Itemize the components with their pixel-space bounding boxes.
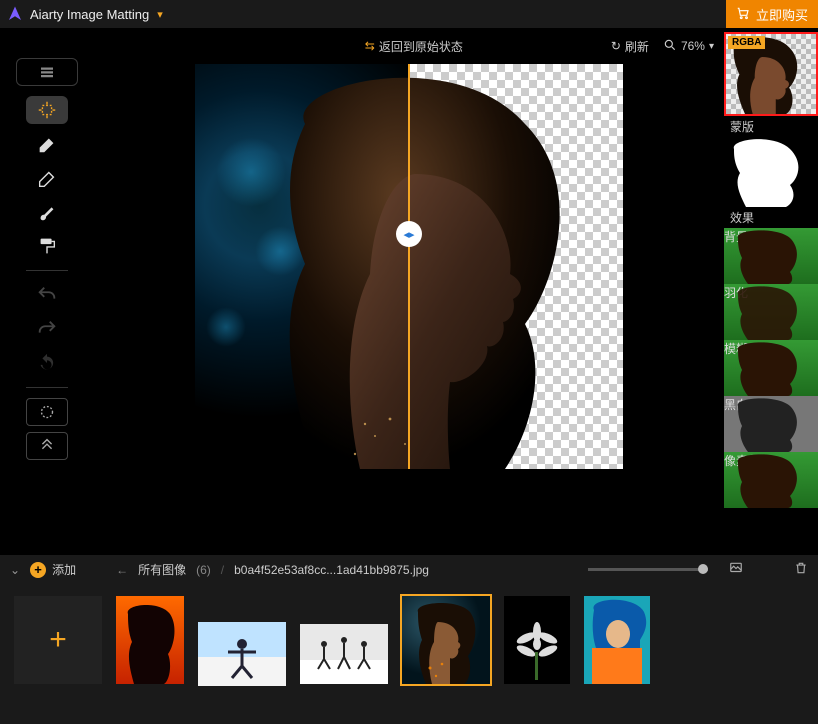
tool-marquee[interactable] (26, 398, 68, 426)
tool-roller[interactable] (26, 232, 68, 260)
tool-collapse[interactable] (26, 432, 68, 460)
canvas-topbar: ⇆ 返回到原始状态 ↻ 刷新 76% ▾ (94, 28, 724, 64)
zoom-control[interactable]: 76% ▾ (663, 38, 714, 55)
cart-icon (736, 6, 750, 23)
canvas-area: ⇆ 返回到原始状态 ↻ 刷新 76% ▾ (94, 28, 724, 554)
image-count: (6) (196, 563, 211, 577)
thumb-item[interactable] (584, 596, 650, 684)
rgba-tag: RGBA (728, 36, 765, 49)
tool-redo[interactable] (26, 315, 68, 343)
canvas-original-side (195, 64, 409, 469)
tool-eraser[interactable] (26, 130, 68, 158)
reset-icon: ⇆ (365, 39, 375, 53)
zoom-chevron-icon: ▾ (709, 41, 714, 52)
filmstrip-collapse-icon[interactable]: ⌄ (10, 563, 20, 577)
refresh-button[interactable]: ↻ 刷新 (611, 38, 649, 55)
filmstrip-bar: ⌄ + 添加 ← 所有图像 (6) / b0a4f52e53af8cc...1a… (0, 554, 818, 584)
tool-group-toggle[interactable] (16, 58, 78, 86)
effect-thumb-icon (724, 452, 818, 508)
effect-feather[interactable]: 羽化 (724, 284, 818, 340)
tool-move[interactable] (26, 96, 68, 124)
zoom-value: 76% (681, 39, 705, 53)
tool-brush-restore[interactable] (26, 164, 68, 192)
separator: / (221, 563, 224, 577)
effect-bw[interactable]: 黑白 (724, 396, 818, 452)
thumb-item[interactable] (300, 624, 388, 684)
effect-blur[interactable]: 模糊 (724, 340, 818, 396)
buy-now-button[interactable]: 立即购买 (726, 0, 818, 28)
preview-rgba[interactable]: RGBA (724, 32, 818, 116)
filmstrip-thumbs: + (0, 584, 818, 724)
tool-divider (26, 270, 68, 271)
refresh-label: 刷新 (625, 38, 649, 55)
title-dropdown-icon[interactable]: ▾ (157, 8, 163, 21)
tool-divider-2 (26, 387, 68, 388)
effect-thumb-icon (724, 228, 818, 284)
plus-icon: + (30, 562, 46, 578)
compare-divider[interactable] (408, 64, 410, 469)
effect-pixelate[interactable]: 像素化 (724, 452, 818, 508)
preview-mask[interactable] (724, 137, 818, 207)
reset-button[interactable]: ⇆ 返回到原始状态 (365, 38, 463, 55)
titlebar: Aiarty Image Matting ▾ 立即购买 (0, 0, 818, 28)
current-filename: b0a4f52e53af8cc...1ad41bb9875.jpg (234, 563, 429, 577)
canvas[interactable]: ◂▸ (195, 64, 623, 469)
thumb-item[interactable] (504, 596, 570, 684)
thumbnail-size-slider[interactable] (588, 568, 708, 571)
filmstrip-panel: ⌄ + 添加 ← 所有图像 (6) / b0a4f52e53af8cc...1a… (0, 554, 818, 724)
image-mode-icon[interactable] (728, 561, 744, 578)
add-image-button[interactable]: + 添加 (30, 561, 76, 578)
mask-header: 蒙版 (724, 116, 818, 137)
effects-header: 效果 (724, 207, 818, 228)
all-images-label: 所有图像 (138, 561, 186, 578)
reset-label: 返回到原始状态 (379, 38, 463, 55)
effect-thumb-icon (724, 396, 818, 452)
thumb-item[interactable] (198, 622, 286, 686)
tool-brush[interactable] (26, 198, 68, 226)
tools-panel (0, 28, 94, 554)
magnifier-icon (663, 38, 677, 55)
app-logo-icon (6, 5, 24, 23)
back-icon[interactable]: ← (116, 563, 128, 577)
delete-icon[interactable] (794, 560, 808, 579)
buy-now-label: 立即购买 (756, 5, 808, 24)
compare-handle[interactable]: ◂▸ (396, 221, 422, 247)
thumb-item-selected[interactable] (402, 596, 490, 684)
add-thumb-button[interactable]: + (14, 596, 102, 684)
effect-background[interactable]: 背景 (724, 228, 818, 284)
effect-thumb-icon (724, 340, 818, 396)
mask-thumb-icon (724, 137, 818, 207)
canvas-matted-side (409, 64, 623, 469)
effect-thumb-icon (724, 284, 818, 340)
add-label: 添加 (52, 561, 76, 578)
thumb-item[interactable] (116, 596, 184, 684)
tool-revert[interactable] (26, 349, 68, 377)
tool-undo[interactable] (26, 281, 68, 309)
add-thumb-plus: + (49, 623, 67, 657)
refresh-icon: ↻ (611, 39, 621, 53)
app-title: Aiarty Image Matting (30, 7, 149, 22)
right-panel: RGBA 蒙版 效果 背景 羽化 模糊 (724, 28, 818, 554)
